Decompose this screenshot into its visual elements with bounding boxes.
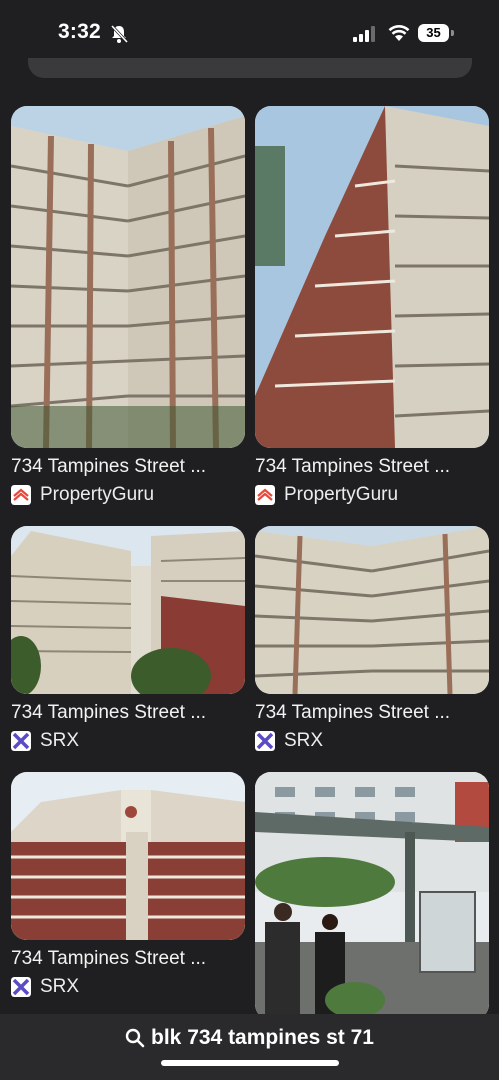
search-icon <box>125 1028 145 1048</box>
home-indicator[interactable] <box>161 1060 339 1066</box>
image-result-card[interactable]: 734 Tampines Street ... PropertyGuru <box>11 106 245 506</box>
result-source-label: SRX <box>40 976 80 997</box>
search-sheet-handle[interactable] <box>28 58 472 78</box>
result-source[interactable]: SRX <box>11 976 245 998</box>
result-title[interactable]: 734 Tampines Street ... <box>255 456 489 478</box>
srx-logo-icon <box>11 731 31 751</box>
image-result-card[interactable]: 734 Tampines Street ... SRX <box>11 772 245 998</box>
result-image[interactable] <box>255 772 489 1020</box>
wifi-icon <box>388 25 410 41</box>
result-image[interactable] <box>11 526 245 694</box>
battery-icon: 35 <box>418 24 454 42</box>
battery-level: 35 <box>418 24 449 42</box>
search-bar[interactable]: blk 734 tampines st 71 <box>0 1014 499 1080</box>
result-source[interactable]: SRX <box>255 730 489 752</box>
image-result-card[interactable] <box>255 772 489 1020</box>
result-source[interactable]: SRX <box>11 730 245 752</box>
result-source-label: SRX <box>40 730 80 751</box>
result-source[interactable]: PropertyGuru <box>255 484 489 506</box>
result-image[interactable] <box>255 106 489 448</box>
result-image[interactable] <box>11 772 245 940</box>
result-title[interactable]: 734 Tampines Street ... <box>11 948 245 970</box>
image-result-card[interactable]: 734 Tampines Street ... SRX <box>11 526 245 752</box>
cellular-signal-icon <box>353 26 375 42</box>
result-source-label: PropertyGuru <box>284 484 399 505</box>
propertyguru-logo-icon <box>255 485 275 505</box>
result-title[interactable]: 734 Tampines Street ... <box>11 702 245 724</box>
result-title[interactable]: 734 Tampines Street ... <box>11 456 245 478</box>
propertyguru-logo-icon <box>11 485 31 505</box>
search-query[interactable]: blk 734 tampines st 71 <box>151 1026 374 1050</box>
image-result-card[interactable]: 734 Tampines Street ... PropertyGuru <box>255 106 489 506</box>
result-image[interactable] <box>255 526 489 694</box>
srx-logo-icon <box>255 731 275 751</box>
result-image[interactable] <box>11 106 245 448</box>
srx-logo-icon <box>11 977 31 997</box>
result-source[interactable]: PropertyGuru <box>11 484 245 506</box>
result-source-label: PropertyGuru <box>40 484 155 505</box>
status-time: 3:32 <box>58 20 101 43</box>
result-title[interactable]: 734 Tampines Street ... <box>255 702 489 724</box>
status-bar: 3:32 35 <box>0 0 499 66</box>
image-result-card[interactable]: 734 Tampines Street ... SRX <box>255 526 489 752</box>
bell-muted-icon <box>110 24 128 44</box>
result-source-label: SRX <box>284 730 324 751</box>
